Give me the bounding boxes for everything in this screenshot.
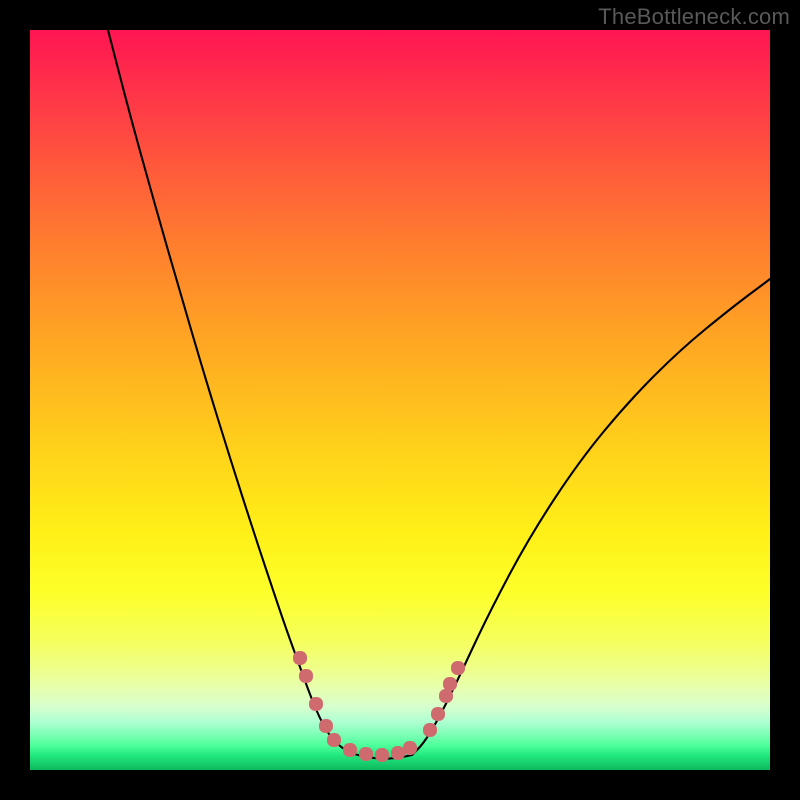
chart-svg	[30, 30, 770, 770]
marker-point	[375, 748, 389, 762]
marker-point	[327, 733, 341, 747]
marker-point	[319, 719, 333, 733]
watermark-text: TheBottleneck.com	[598, 4, 790, 30]
marker-point	[299, 669, 313, 683]
marker-point	[403, 741, 417, 755]
marker-point	[391, 746, 405, 760]
marker-point	[423, 723, 437, 737]
marker-point	[443, 677, 457, 691]
marker-group	[293, 651, 465, 762]
marker-point	[439, 689, 453, 703]
plot-area	[30, 30, 770, 770]
curve-right-branch	[412, 279, 770, 755]
marker-point	[309, 697, 323, 711]
chart-frame: TheBottleneck.com	[0, 0, 800, 800]
marker-point	[343, 743, 357, 757]
marker-point	[451, 661, 465, 675]
marker-point	[431, 707, 445, 721]
marker-point	[293, 651, 307, 665]
curve-left-branch	[108, 30, 350, 753]
curve-group	[108, 30, 770, 759]
marker-point	[359, 747, 373, 761]
